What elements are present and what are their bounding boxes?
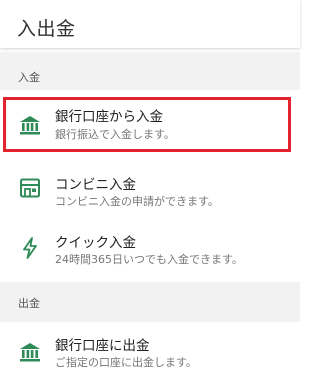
menu-item-subtitle: ご指定の口座に出金します。 [55,356,197,369]
menu-item-subtitle: コンビニ入金の申請ができます。 [55,195,219,208]
menu-item-title: コンビニ入金 [55,177,136,193]
section-withdraw-header: 出金 [0,282,300,322]
bank-icon [18,113,42,137]
page-title: 入出金 [17,18,76,40]
menu-item-title: 銀行口座に出金 [55,338,150,354]
section-label-deposit: 入金 [18,71,40,84]
menu-item-title: クイック入金 [55,235,136,251]
bank-icon [18,340,42,364]
section-label-withdraw: 出金 [18,297,40,310]
app-header: 入出金 [0,0,300,48]
section-deposit-header: 入金 [0,52,300,90]
menu-item-bank-deposit[interactable]: 銀行口座から入金 銀行振込で入金します。 [0,90,300,160]
menu-item-subtitle: 24時間365日いつでも入金できます。 [55,253,243,266]
menu-item-quick-deposit[interactable]: クイック入金 24時間365日いつでも入金できます。 [0,216,300,282]
lightning-icon [18,236,42,260]
convenience-store-icon [18,176,42,200]
menu-item-bank-withdraw[interactable]: 銀行口座に出金 ご指定の口座に出金します。 [0,322,300,380]
menu-item-convenience-deposit[interactable]: コンビニ入金 コンビニ入金の申請ができます。 [0,160,300,216]
menu-item-title: 銀行口座から入金 [55,109,163,125]
menu-item-subtitle: 銀行振込で入金します。 [55,128,175,141]
